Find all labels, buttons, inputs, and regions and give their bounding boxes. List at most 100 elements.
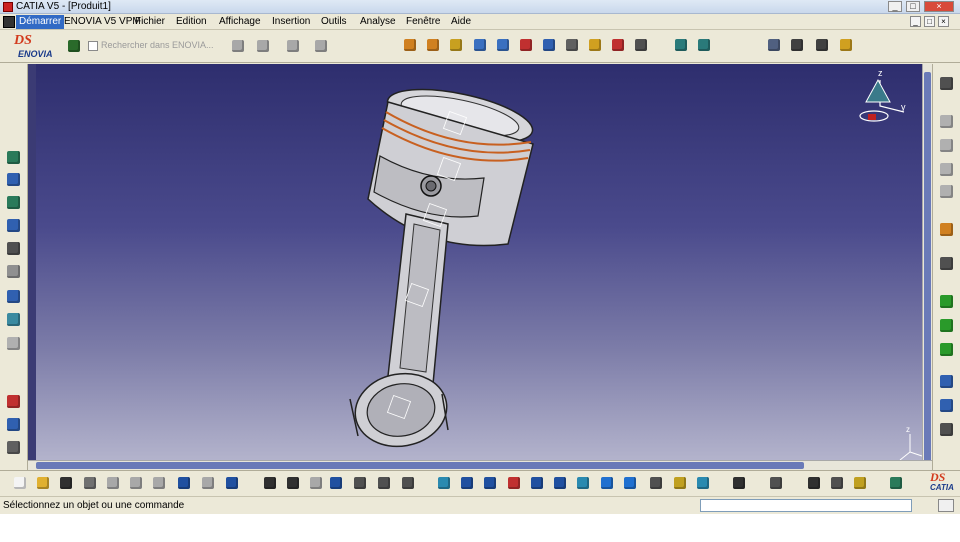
replace-component-icon[interactable] — [493, 35, 513, 55]
cut-icon[interactable] — [103, 473, 123, 493]
iso-view-icon[interactable] — [597, 473, 617, 493]
space-analysis-icon[interactable] — [937, 292, 957, 312]
measure-icon[interactable] — [764, 35, 784, 55]
horizontal-scroll-thumb[interactable] — [36, 462, 804, 469]
assembly-features-icon[interactable] — [937, 74, 957, 94]
snap-icon[interactable] — [812, 35, 832, 55]
new-icon[interactable] — [10, 473, 30, 493]
whats-this-icon[interactable] — [222, 473, 242, 493]
contact-icon[interactable] — [4, 262, 24, 282]
sectioning-icon[interactable] — [937, 340, 957, 360]
rotate-icon[interactable] — [504, 473, 524, 493]
add-icon[interactable] — [937, 182, 957, 202]
doc-minimize-button[interactable]: _ — [910, 16, 921, 27]
explode-icon[interactable] — [4, 170, 24, 190]
menu-outils[interactable]: Outils — [318, 15, 350, 29]
measure-item-icon[interactable] — [766, 473, 786, 493]
zoom-in-icon[interactable] — [527, 473, 547, 493]
menu-edition[interactable]: Edition — [173, 15, 210, 29]
menu-fenetre[interactable]: Fenêtre — [403, 15, 443, 29]
parameters-icon[interactable] — [398, 473, 418, 493]
menu-fichier[interactable]: Fichier — [132, 15, 168, 29]
catalog-icon[interactable] — [850, 473, 870, 493]
clash-icon[interactable] — [937, 316, 957, 336]
swap-space-icon[interactable] — [670, 473, 690, 493]
law-icon[interactable] — [374, 473, 394, 493]
search-checkbox[interactable] — [88, 41, 98, 51]
normal-view-icon[interactable] — [573, 473, 593, 493]
stop-manip-icon[interactable] — [4, 193, 24, 213]
enovia-connect-icon[interactable] — [64, 36, 84, 56]
redo-icon[interactable] — [198, 473, 218, 493]
open-icon[interactable] — [33, 473, 53, 493]
distance-icon[interactable] — [937, 372, 957, 392]
mass-icon[interactable] — [827, 473, 847, 493]
knowledge-icon[interactable] — [283, 473, 303, 493]
component-icon[interactable] — [423, 35, 443, 55]
product-icon[interactable] — [400, 35, 420, 55]
compass-widget[interactable]: z y — [859, 68, 906, 122]
workbench-icon[interactable] — [886, 473, 906, 493]
view-mode-icon[interactable] — [620, 473, 640, 493]
maximize-button[interactable]: □ — [906, 1, 920, 12]
vertical-scroll-thumb[interactable] — [924, 72, 931, 462]
document-icon[interactable] — [3, 16, 15, 28]
doc-restore-button[interactable]: □ — [924, 16, 935, 27]
fast-multi-instantiation-icon[interactable] — [608, 35, 628, 55]
update-icon[interactable] — [4, 415, 24, 435]
table-icon[interactable] — [326, 473, 346, 493]
fit-all-icon[interactable] — [457, 473, 477, 493]
specification-tree-handle[interactable] — [28, 64, 36, 460]
undo-icon[interactable] — [174, 473, 194, 493]
formula-icon[interactable] — [260, 473, 280, 493]
menu-affichage[interactable]: Affichage — [216, 15, 264, 29]
measure-between-icon[interactable] — [937, 254, 957, 274]
publish-icon[interactable] — [311, 36, 331, 56]
piston-model[interactable] — [367, 79, 537, 247]
minimize-button[interactable]: _ — [888, 1, 902, 12]
print-icon[interactable] — [80, 473, 100, 493]
command-button[interactable] — [938, 499, 954, 512]
coincidence-icon[interactable] — [4, 239, 24, 259]
annotation-icon[interactable] — [937, 396, 957, 416]
fly-mode-icon[interactable] — [434, 473, 454, 493]
flag-note-icon[interactable] — [671, 35, 691, 55]
save-enovia-icon[interactable] — [228, 36, 248, 56]
analysis-star-icon[interactable] — [836, 35, 856, 55]
manipulation-icon[interactable] — [4, 148, 24, 168]
graph-tree-icon[interactable] — [516, 35, 536, 55]
existing-component-icon[interactable] — [470, 35, 490, 55]
angle-icon[interactable] — [4, 310, 24, 330]
generate-numbering-icon[interactable] — [539, 35, 559, 55]
pan-icon[interactable] — [480, 473, 500, 493]
constraint-icon[interactable] — [787, 35, 807, 55]
vertical-scrollbar[interactable] — [922, 64, 932, 470]
fix-icon[interactable] — [4, 216, 24, 236]
flag-icon[interactable] — [631, 35, 651, 55]
text-icon[interactable] — [937, 420, 957, 440]
selective-load-icon[interactable] — [562, 35, 582, 55]
macro-icon[interactable] — [306, 473, 326, 493]
offset-icon[interactable] — [4, 287, 24, 307]
paste-icon[interactable] — [149, 473, 169, 493]
manage-representations-icon[interactable] — [585, 35, 605, 55]
refresh-icon[interactable] — [283, 36, 303, 56]
split-icon[interactable] — [937, 112, 957, 132]
analysis-icon[interactable] — [804, 473, 824, 493]
design-table-icon[interactable] — [350, 473, 370, 493]
copy-icon[interactable] — [126, 473, 146, 493]
doc-close-button[interactable]: × — [938, 16, 949, 27]
horizontal-scrollbar[interactable] — [28, 460, 932, 470]
capture-icon[interactable] — [693, 473, 713, 493]
quick-constraint-icon[interactable] — [4, 392, 24, 412]
command-input[interactable] — [700, 499, 912, 512]
menu-analyse[interactable]: Analyse — [357, 15, 399, 29]
hide-show-icon[interactable] — [646, 473, 666, 493]
catia-app-icon[interactable] — [3, 2, 13, 12]
menu-aide[interactable]: Aide — [448, 15, 474, 29]
enovia-search[interactable]: Rechercher dans ENOVIA... — [88, 39, 214, 53]
menu-insertion[interactable]: Insertion — [269, 15, 313, 29]
reuse-pattern-icon[interactable] — [4, 438, 24, 458]
menu-demarrer[interactable]: Démarrer — [16, 15, 65, 29]
3d-viewport[interactable]: z y z y x — [28, 64, 932, 470]
